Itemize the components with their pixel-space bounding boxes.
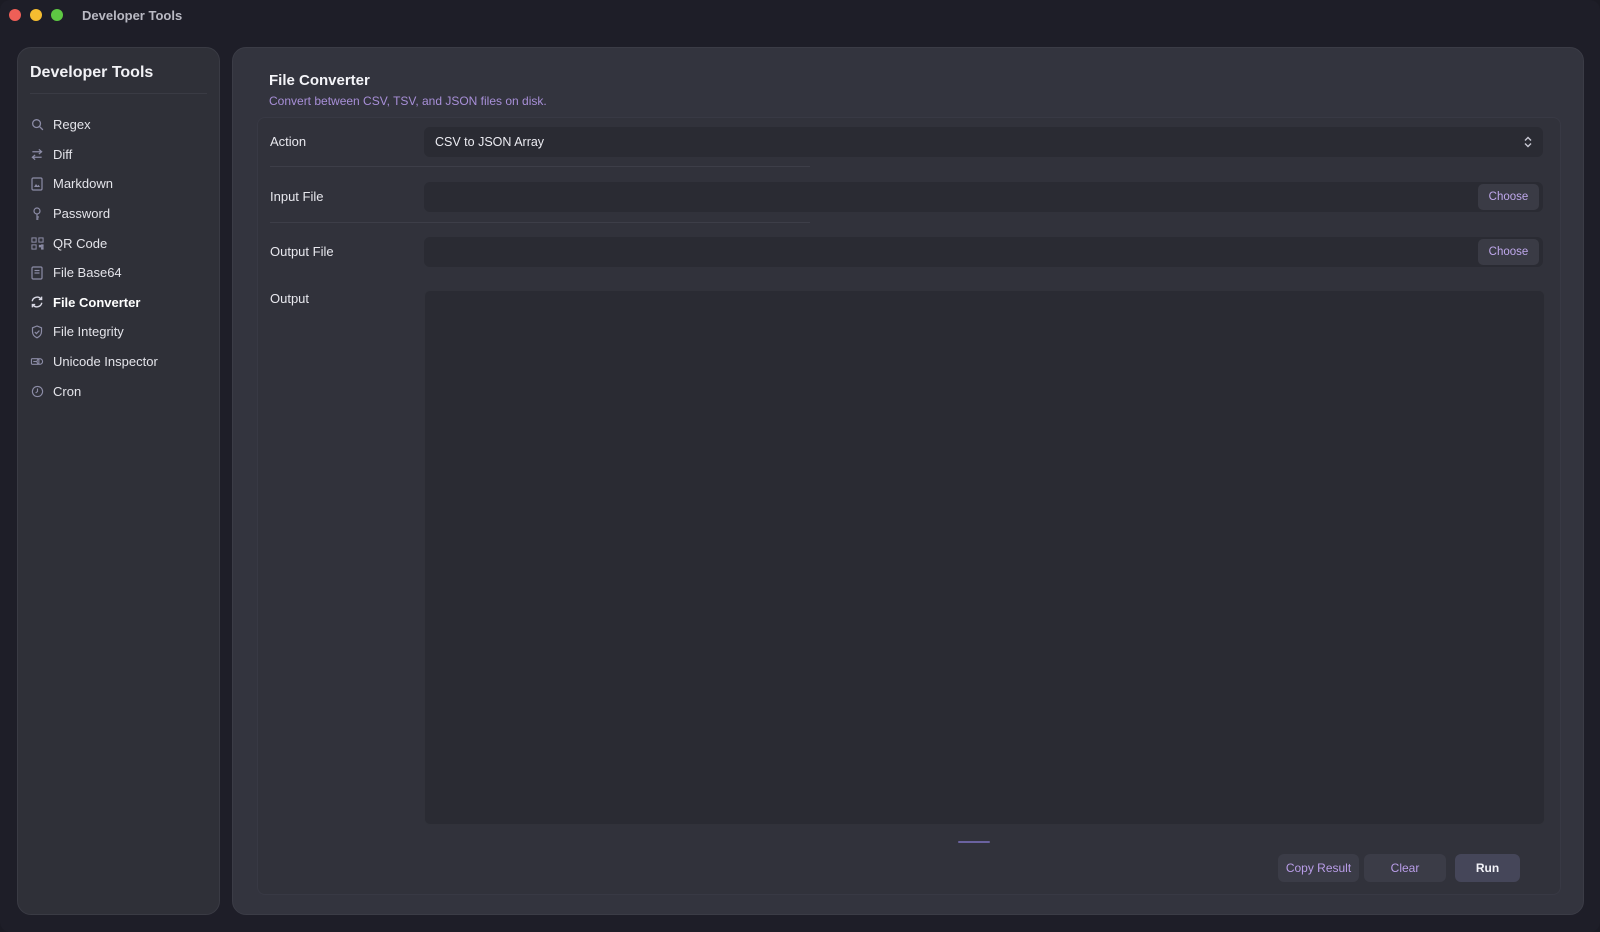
key-icon	[30, 206, 44, 221]
sidebar-item-label: Unicode Inspector	[53, 354, 158, 370]
sidebar: Developer Tools Regex Diff Markdown Pass…	[17, 47, 220, 915]
sidebar-item-password[interactable]: Password	[18, 199, 219, 229]
document-image-icon	[30, 177, 44, 191]
sidebar-item-cron[interactable]: Cron	[18, 376, 219, 406]
title-bar: Developer Tools	[0, 0, 1600, 30]
window-title: Developer Tools	[82, 7, 183, 23]
sidebar-title: Developer Tools	[30, 64, 154, 81]
sidebar-item-file-base64[interactable]: File Base64	[18, 258, 219, 288]
sidebar-item-qr-code[interactable]: QR Code	[18, 228, 219, 258]
page-title: File Converter	[269, 72, 370, 89]
action-select-value: CSV to JSON Array	[435, 135, 545, 149]
resize-handle[interactable]	[958, 841, 990, 843]
app-window: Developer Tools Developer Tools Regex Di…	[0, 0, 1600, 932]
output-file-input[interactable]	[424, 237, 1474, 267]
minimize-window-button[interactable]	[30, 9, 42, 21]
search-icon	[30, 118, 44, 132]
sidebar-item-label: QR Code	[53, 235, 108, 251]
zoom-window-button[interactable]	[51, 9, 63, 21]
sidebar-nav: Regex Diff Markdown Password QR Code Fil…	[18, 110, 219, 406]
output-file-choose-button[interactable]: Choose	[1478, 239, 1539, 265]
clock-icon	[30, 384, 44, 398]
glyph-icon	[30, 355, 44, 369]
sidebar-item-label: Regex	[53, 117, 91, 133]
sidebar-divider	[30, 93, 207, 94]
input-file-choose-button[interactable]: Choose	[1478, 184, 1539, 210]
refresh-icon	[30, 295, 44, 309]
output-file-field: Choose	[424, 237, 1543, 267]
clear-button[interactable]: Clear	[1364, 854, 1446, 882]
input-file-label: Input File	[270, 189, 324, 204]
sidebar-item-label: Markdown	[53, 176, 113, 192]
output-label: Output	[270, 291, 310, 306]
file-icon	[30, 266, 44, 280]
sidebar-item-diff[interactable]: Diff	[18, 140, 219, 170]
sidebar-item-markdown[interactable]: Markdown	[18, 169, 219, 199]
close-window-button[interactable]	[9, 9, 21, 21]
sidebar-item-regex[interactable]: Regex	[18, 110, 219, 140]
sidebar-item-unicode-inspector[interactable]: Unicode Inspector	[18, 347, 219, 377]
input-file-input[interactable]	[424, 182, 1474, 212]
sidebar-item-label: Password	[53, 206, 111, 222]
window-controls	[9, 9, 63, 21]
input-file-field: Choose	[424, 182, 1543, 212]
chevron-updown-icon	[1523, 135, 1533, 149]
arrows-swap-icon	[30, 147, 44, 161]
run-button[interactable]: Run	[1455, 854, 1520, 882]
output-file-label: Output File	[270, 244, 334, 259]
sidebar-item-label: File Integrity	[53, 324, 124, 340]
output-text-area[interactable]	[424, 290, 1545, 825]
sidebar-item-label: Diff	[53, 146, 73, 162]
action-label: Action	[270, 134, 307, 149]
sidebar-item-label: File Base64	[53, 265, 122, 281]
row-divider	[270, 222, 810, 223]
qrcode-icon	[30, 236, 44, 250]
sidebar-item-label: File Converter	[53, 294, 141, 310]
main-panel: File Converter Convert between CSV, TSV,…	[232, 47, 1584, 915]
page-subtitle: Convert between CSV, TSV, and JSON files…	[269, 94, 547, 108]
row-divider	[270, 166, 810, 167]
shield-check-icon	[30, 325, 44, 339]
sidebar-item-label: Cron	[53, 383, 82, 399]
sidebar-item-file-integrity[interactable]: File Integrity	[18, 317, 219, 347]
action-select[interactable]: CSV to JSON Array	[424, 127, 1543, 157]
copy-result-button[interactable]: Copy Result	[1278, 854, 1359, 882]
sidebar-item-file-converter[interactable]: File Converter	[18, 288, 219, 318]
form-panel: Action CSV to JSON Array Input File Choo…	[257, 117, 1561, 895]
